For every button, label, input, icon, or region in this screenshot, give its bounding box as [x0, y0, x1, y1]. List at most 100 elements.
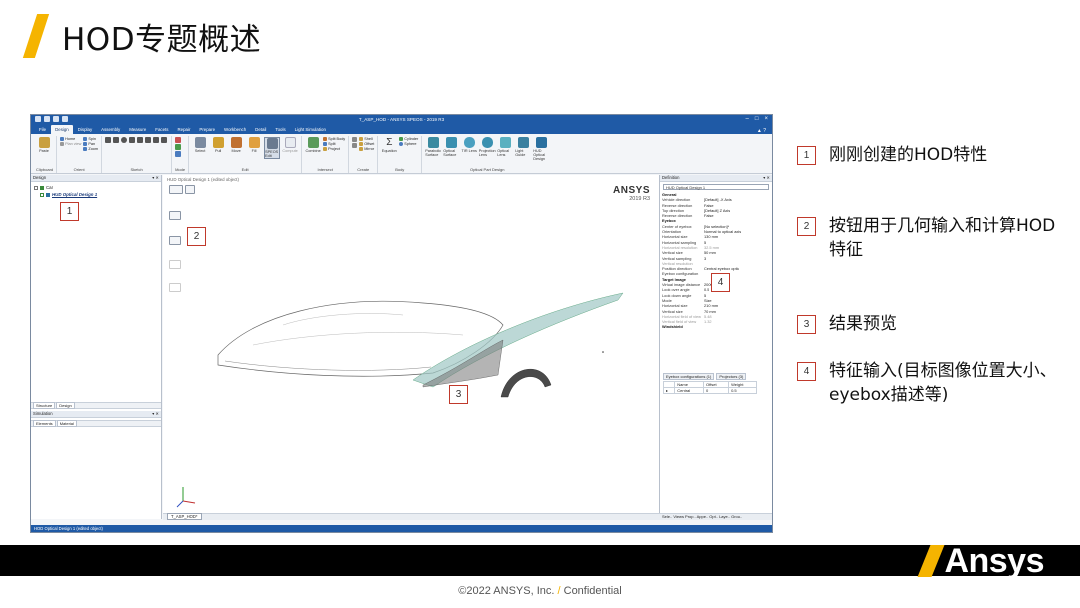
callout-2: 2: [187, 227, 206, 246]
tab-structure[interactable]: Structure: [33, 402, 56, 409]
slide-title: HOD专题概述: [62, 22, 262, 58]
tab-projectors[interactable]: Projectors (3): [716, 373, 747, 380]
polygon-icon[interactable]: [145, 137, 152, 143]
tab-design[interactable]: Design: [51, 125, 73, 134]
tab-facets[interactable]: Facets: [151, 125, 172, 134]
definition-pin-icon[interactable]: ▾ ✕: [763, 175, 770, 181]
maximize-icon[interactable]: □: [755, 115, 759, 124]
collapse-icon[interactable]: [34, 185, 38, 190]
callout-4: 4: [711, 273, 730, 292]
tab-prepare[interactable]: Prepare: [195, 125, 219, 134]
line-icon[interactable]: [105, 137, 112, 143]
projection-lens-button[interactable]: Projection Lens: [479, 137, 496, 157]
close-icon[interactable]: ×: [764, 115, 768, 124]
tab-file[interactable]: File: [35, 125, 50, 134]
hud-icon: [535, 137, 547, 148]
ribbon-group-sketch: Sketch: [102, 136, 173, 173]
mirror-button[interactable]: Mirror: [359, 147, 374, 151]
trim-icon[interactable]: [153, 137, 160, 143]
property-section[interactable]: Windshield: [662, 324, 770, 329]
tree-item-hod[interactable]: HUD Optical Design 1: [34, 191, 158, 198]
split-body-button[interactable]: Split Body: [323, 137, 345, 141]
tree-item-car[interactable]: Car: [34, 184, 158, 191]
pull-button[interactable]: Pull: [210, 137, 226, 153]
property-grid: General Vehicle direction [Default] -X Axi…: [660, 192, 772, 330]
grid-icon: [266, 138, 278, 149]
feature-selector[interactable]: HUD Optical Design 1: [663, 184, 769, 190]
tir-lens-button[interactable]: TIR Lens: [461, 137, 477, 153]
project-button[interactable]: Project: [323, 147, 345, 151]
3d-viewport[interactable]: HUD Optical Design 1 (edited object) ANS…: [163, 175, 660, 519]
pan-button[interactable]: Pan: [83, 142, 98, 146]
tab-repair[interactable]: Repair: [173, 125, 194, 134]
pin-icon[interactable]: ▾ ✕: [152, 175, 159, 181]
equation-button[interactable]: Σ Equation: [381, 137, 397, 153]
rectangle-icon[interactable]: [113, 137, 120, 143]
select-button[interactable]: Select: [192, 137, 208, 153]
tab-measure[interactable]: Measure: [125, 125, 150, 134]
visibility-checkbox[interactable]: [40, 192, 44, 197]
move-icon: [230, 137, 242, 148]
combine-button[interactable]: Combine: [305, 137, 321, 153]
fill-button[interactable]: Fill: [246, 137, 262, 153]
callout-1: 1: [60, 202, 79, 221]
tab-elements[interactable]: Elements: [33, 420, 56, 427]
tab-material[interactable]: Material: [56, 420, 77, 427]
right-panel-tabs[interactable]: Sele.. Views Prop.. Appe.. Opt.. Laye.. …: [659, 513, 772, 520]
point-icon[interactable]: [352, 137, 358, 142]
projection-lens-icon: [481, 137, 493, 148]
document-tab[interactable]: T_ASP_HOD*: [167, 513, 202, 520]
simulation-pin-icon[interactable]: ▾ ✕: [152, 411, 159, 417]
offset-button[interactable]: Offset: [359, 142, 374, 146]
table-row[interactable]: ▸ Central 0 0.5: [662, 387, 757, 394]
section-mode-icon[interactable]: [175, 144, 182, 150]
3d-mode-icon[interactable]: [175, 151, 182, 157]
optical-surface-button[interactable]: Optical Surface: [443, 137, 459, 157]
slide: HOD专题概述 T_ASP_HOD - ANSYS SPEOS - 2019 R…: [0, 0, 1080, 608]
parabolic-surface-button[interactable]: Parabolic Surface: [425, 137, 441, 157]
tab-eyebox-configurations[interactable]: Eyebox configurations (1): [663, 373, 715, 380]
home-button[interactable]: Home: [60, 137, 81, 141]
spline-icon[interactable]: [137, 137, 144, 143]
axis-icon[interactable]: [352, 143, 358, 148]
tab-assembly[interactable]: Assembly: [97, 125, 124, 134]
split-button[interactable]: Split: [323, 142, 345, 146]
arc-icon[interactable]: [129, 137, 136, 143]
design-tree-panel: Design ▾ ✕ Car HUD Optical Design 1 Struc…: [31, 175, 162, 519]
legend-item-3: 3 结果预览: [797, 312, 1069, 336]
zoom-button[interactable]: Zoom: [83, 147, 98, 151]
compute-button[interactable]: Compute: [282, 137, 298, 153]
optical-lens-button[interactable]: Optical Lens: [497, 137, 513, 157]
offset-curve-icon[interactable]: [161, 137, 168, 143]
hud-preview-geometry: [176, 292, 624, 508]
move-button[interactable]: Move: [228, 137, 244, 153]
light-guide-button[interactable]: Light Guide: [515, 137, 531, 157]
window-title: T_ASP_HOD - ANSYS SPEOS - 2019 R3: [358, 117, 445, 122]
minimize-icon[interactable]: –: [746, 115, 749, 124]
tab-tools[interactable]: Tools: [271, 125, 289, 134]
tab-light-simulation[interactable]: Light Simulation: [291, 125, 330, 134]
hud-optical-design-button[interactable]: HUD Optical Design: [533, 137, 549, 161]
help-icon[interactable]: ▲ ?: [757, 128, 772, 134]
circle-icon[interactable]: [121, 137, 128, 143]
simulation-panel-header: Simulation ▾ ✕: [31, 411, 161, 418]
plan-view-button[interactable]: Plan view: [60, 142, 81, 146]
tir-lens-icon: [463, 137, 475, 148]
cylinder-button[interactable]: Cylinder: [399, 137, 418, 141]
tab-design[interactable]: Design: [56, 402, 75, 409]
shell-button[interactable]: Shell: [359, 137, 374, 141]
speos-edit-button[interactable]: SPEOS Edit: [264, 137, 281, 159]
ribbon-group-edit: Select Pull Move Fill SPEOS Edit Compute…: [189, 136, 303, 173]
sketch-mode-icon[interactable]: [175, 137, 182, 143]
sphere-button[interactable]: Sphere: [399, 142, 418, 146]
definition-panel-header: Definition ▾ ✕: [660, 175, 772, 182]
tab-detail[interactable]: Detail: [251, 125, 270, 134]
spin-button[interactable]: Spin: [83, 137, 98, 141]
tab-display[interactable]: Display: [74, 125, 96, 134]
quick-access-toolbar[interactable]: [35, 116, 68, 122]
ribbon: Paste Clipboard Home Plan view Spin Pan …: [31, 134, 772, 174]
light-guide-icon: [517, 137, 529, 148]
callout-3: 3: [449, 385, 468, 404]
paste-button[interactable]: Paste: [36, 137, 52, 153]
tab-workbench[interactable]: Workbench: [220, 125, 250, 134]
